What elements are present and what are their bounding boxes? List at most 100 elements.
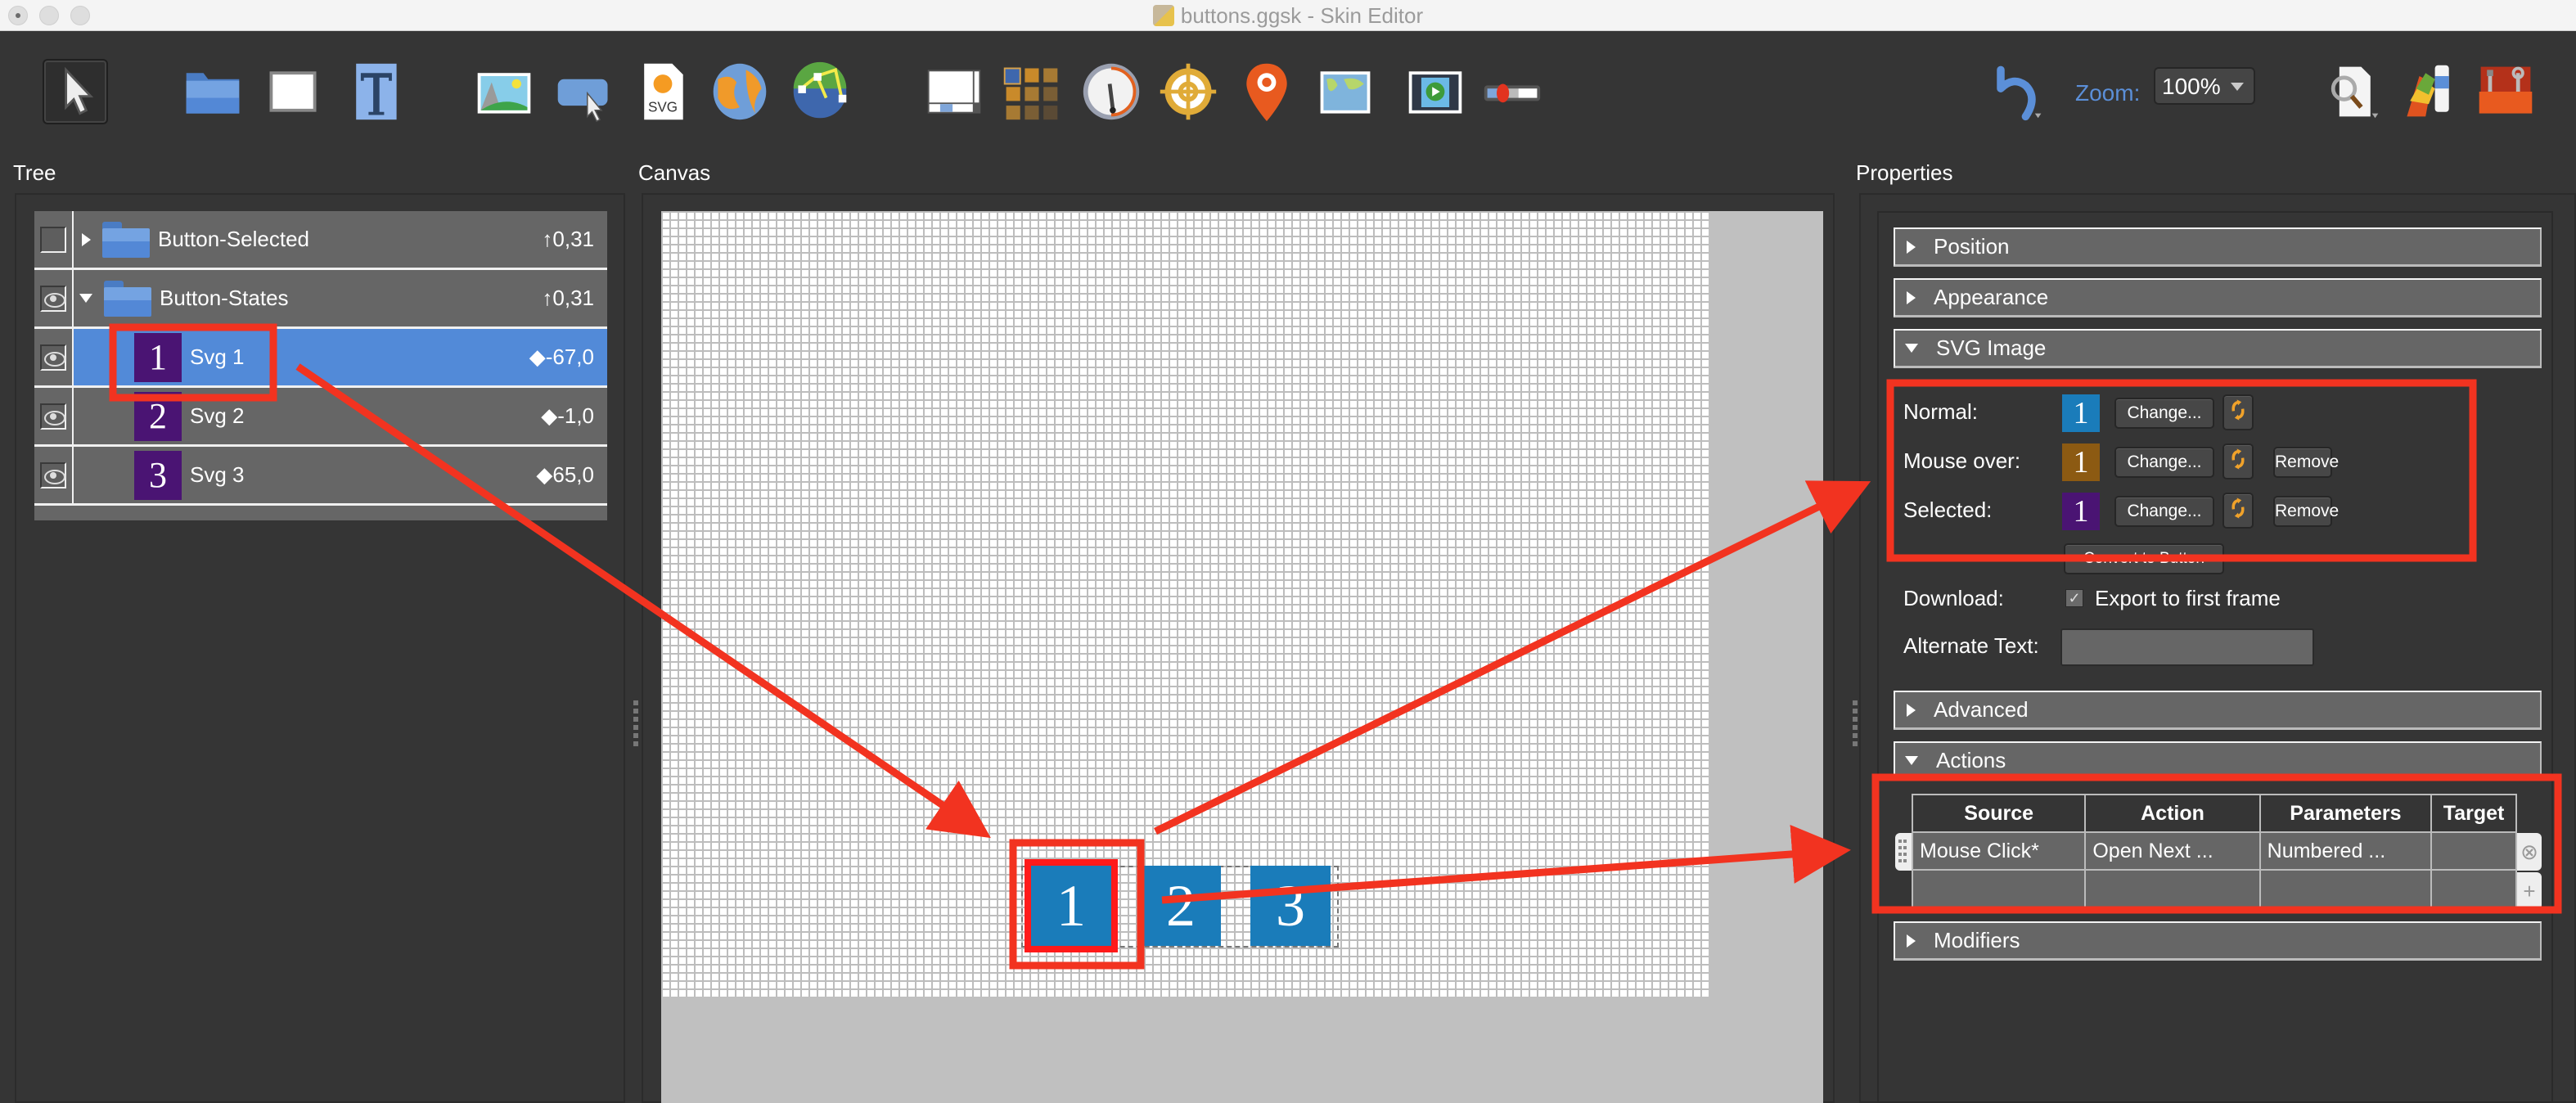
canvas-svg-2[interactable]: 2 bbox=[1141, 866, 1221, 946]
refresh-icon bbox=[2231, 448, 2245, 470]
preview-button[interactable] bbox=[2319, 59, 2385, 124]
eye-icon[interactable] bbox=[40, 403, 66, 430]
convert-to-button-button[interactable]: Convert to Button bbox=[2064, 543, 2224, 574]
eye-icon[interactable] bbox=[40, 461, 66, 488]
text-tool[interactable] bbox=[342, 59, 408, 124]
row-drag-handle[interactable] bbox=[1895, 833, 1912, 871]
rectangle-tool[interactable] bbox=[260, 59, 326, 124]
zoom-select[interactable]: 100% bbox=[2154, 67, 2255, 105]
expand-arrow-icon[interactable] bbox=[82, 232, 91, 246]
action-action-cell[interactable] bbox=[2084, 869, 2261, 908]
mouse-over-remove-button[interactable]: Remove bbox=[2273, 447, 2339, 478]
splitter-handle-left[interactable] bbox=[633, 700, 638, 750]
section-actions[interactable]: Actions bbox=[1894, 741, 2542, 781]
add-action-button[interactable]: + bbox=[2517, 872, 2542, 910]
mouse-over-reload-button[interactable] bbox=[2222, 443, 2254, 479]
eye-icon[interactable] bbox=[40, 285, 66, 312]
section-label: Advanced bbox=[1934, 697, 2029, 722]
section-appearance[interactable]: Appearance bbox=[1894, 278, 2542, 317]
tree-row-svg-3[interactable]: 3 Svg 3 ◆65,0 bbox=[34, 447, 607, 506]
tree-row-svg-2[interactable]: 2 Svg 2 ◆-1,0 bbox=[34, 388, 607, 447]
visibility-toggle-off[interactable] bbox=[40, 226, 66, 253]
undo-button[interactable] bbox=[1984, 59, 2049, 124]
tree-row-button-selected[interactable]: Button-Selected ↑0,31 bbox=[34, 211, 607, 270]
text-icon bbox=[356, 63, 397, 120]
properties-panel-label: Properties bbox=[1856, 160, 1953, 185]
canvas[interactable]: 1 2 3 bbox=[661, 211, 1823, 1103]
chevron-down-icon bbox=[2231, 83, 2244, 91]
export-first-frame-checkbox[interactable]: ✓ bbox=[2065, 589, 2083, 607]
node-globe-icon bbox=[793, 61, 847, 119]
node-globe-tool[interactable] bbox=[787, 59, 853, 124]
video-tool[interactable] bbox=[1403, 59, 1468, 124]
folder-tool[interactable] bbox=[180, 59, 245, 124]
normal-reload-button[interactable] bbox=[2222, 394, 2254, 430]
alternate-text-input[interactable] bbox=[2060, 628, 2314, 666]
tree-list-footer bbox=[34, 506, 607, 520]
section-advanced[interactable]: Advanced bbox=[1894, 691, 2542, 730]
selected-remove-button[interactable]: Remove bbox=[2273, 496, 2339, 527]
table-row[interactable] bbox=[1911, 869, 2517, 908]
gauge-icon bbox=[1083, 63, 1140, 120]
action-source-cell[interactable] bbox=[1911, 869, 2087, 908]
toolbar: SVG Zoom: 100% bbox=[0, 31, 2576, 154]
refresh-icon bbox=[2231, 497, 2245, 519]
actions-table: Source Action Parameters Target Mouse Cl… bbox=[1911, 794, 2517, 908]
button-tool[interactable] bbox=[552, 59, 617, 124]
section-position[interactable]: Position bbox=[1894, 227, 2542, 267]
action-action-cell[interactable]: Open Next ... bbox=[2084, 831, 2261, 871]
toolbox-icon bbox=[2479, 66, 2533, 114]
tree-item-label: Button-Selected bbox=[158, 227, 310, 251]
slider-tool[interactable] bbox=[1479, 59, 1545, 124]
action-source-cell[interactable]: Mouse Click* bbox=[1911, 831, 2087, 871]
selected-change-button[interactable]: Change... bbox=[2114, 496, 2214, 527]
theme-button[interactable] bbox=[2396, 59, 2461, 124]
action-target-cell[interactable] bbox=[2430, 831, 2517, 871]
mouse-over-change-button[interactable]: Change... bbox=[2114, 447, 2214, 478]
svg-tool[interactable]: SVG bbox=[630, 59, 696, 124]
image-tool[interactable] bbox=[471, 59, 537, 124]
selection-handles[interactable] bbox=[1025, 859, 1118, 952]
expand-arrow-icon bbox=[1907, 934, 1916, 948]
delete-action-button[interactable]: ⊗ bbox=[2517, 833, 2542, 871]
alternate-text-label: Alternate Text: bbox=[1903, 633, 2039, 658]
map-pin-tool[interactable] bbox=[1234, 59, 1299, 124]
action-parameters-cell[interactable] bbox=[2259, 869, 2433, 908]
collapse-arrow-icon bbox=[1905, 344, 1918, 353]
slider-icon bbox=[1484, 83, 1541, 103]
selected-reload-button[interactable] bbox=[2222, 493, 2254, 529]
map-tool[interactable] bbox=[1313, 59, 1378, 124]
column-header-parameters[interactable]: Parameters bbox=[2259, 794, 2433, 833]
normal-label: Normal: bbox=[1903, 399, 1979, 424]
cloner-tool[interactable] bbox=[998, 59, 1064, 124]
section-modifiers[interactable]: Modifiers bbox=[1894, 921, 2542, 961]
tree-row-svg-1[interactable]: 1 Svg 1 ◆-67,0 bbox=[34, 329, 607, 388]
image-icon bbox=[477, 73, 531, 114]
map-globe-tool[interactable] bbox=[707, 59, 772, 124]
tree-row-button-states[interactable]: Button-States ↑0,31 bbox=[34, 270, 607, 329]
table-row[interactable]: Mouse Click* Open Next ... Numbered ... bbox=[1911, 831, 2517, 871]
normal-svg-thumbnail: 1 bbox=[2062, 394, 2100, 432]
column-header-target[interactable]: Target bbox=[2430, 794, 2517, 833]
cloner-grid-icon bbox=[1003, 67, 1058, 120]
scrollarea-icon bbox=[927, 70, 981, 114]
hotspot-tool[interactable] bbox=[1155, 59, 1221, 124]
section-svg-image[interactable]: SVG Image bbox=[1894, 329, 2542, 368]
collapse-arrow-icon[interactable] bbox=[79, 294, 92, 303]
tree-item-position: ◆65,0 bbox=[536, 462, 594, 487]
eye-icon[interactable] bbox=[40, 344, 66, 371]
svg-thumbnail: 1 bbox=[134, 332, 182, 382]
action-parameters-cell[interactable]: Numbered ... bbox=[2259, 831, 2433, 871]
action-target-cell[interactable] bbox=[2430, 869, 2517, 908]
scrollarea-tool[interactable] bbox=[921, 59, 987, 124]
pointer-tool[interactable] bbox=[43, 59, 108, 124]
zoom-label: Zoom: bbox=[2075, 80, 2141, 106]
canvas-svg-3[interactable]: 3 bbox=[1250, 866, 1331, 946]
video-icon bbox=[1408, 71, 1462, 114]
gauge-tool[interactable] bbox=[1079, 59, 1144, 124]
normal-change-button[interactable]: Change... bbox=[2114, 398, 2214, 429]
tools-button[interactable] bbox=[2473, 59, 2538, 124]
splitter-handle-right[interactable] bbox=[1853, 700, 1858, 750]
column-header-action[interactable]: Action bbox=[2084, 794, 2261, 833]
column-header-source[interactable]: Source bbox=[1911, 794, 2087, 833]
